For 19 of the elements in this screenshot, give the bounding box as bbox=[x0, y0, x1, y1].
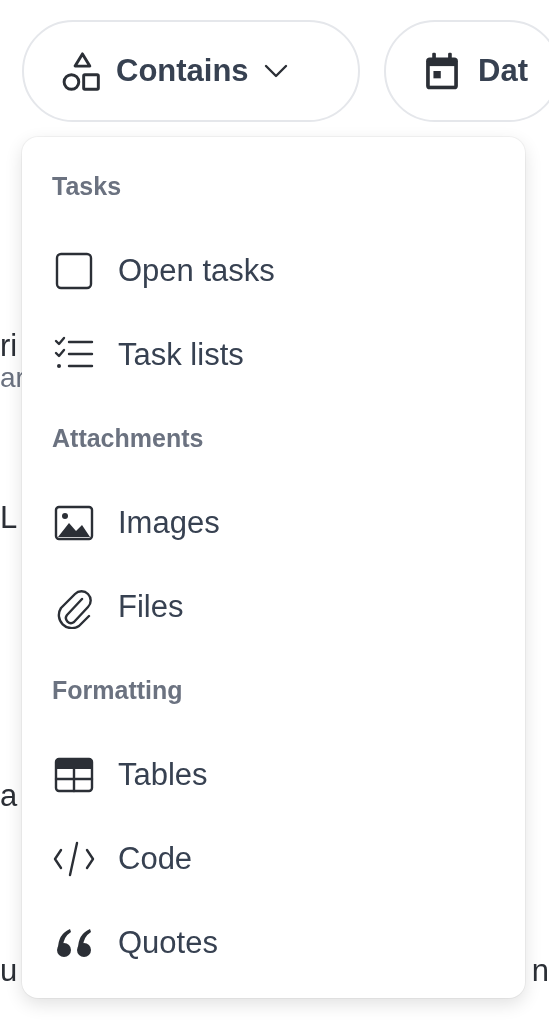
text-fragment: u bbox=[0, 954, 18, 986]
menu-item[interactable]: Open tasks bbox=[52, 229, 275, 313]
menu-item[interactable]: Tables bbox=[52, 733, 208, 817]
text-fragment: a bbox=[0, 779, 18, 811]
chevron-down-icon bbox=[262, 63, 289, 79]
text-fragment: ri bbox=[0, 329, 18, 361]
text-fragment: L bbox=[0, 501, 18, 533]
menu-item[interactable]: Images bbox=[52, 481, 220, 565]
menu-item[interactable]: Quotes bbox=[52, 901, 218, 985]
date-filter-button[interactable]: Dat bbox=[384, 20, 549, 122]
section-heading: Tasks bbox=[52, 171, 123, 203]
menu-item[interactable]: Code bbox=[52, 817, 193, 901]
contains-filter-button[interactable]: Contains bbox=[22, 20, 360, 122]
menu-item[interactable]: Task lists bbox=[52, 313, 244, 397]
section-heading: Formatting bbox=[52, 675, 184, 707]
section-heading: Attachments bbox=[52, 423, 205, 455]
menu-item[interactable]: Files bbox=[52, 565, 184, 649]
text-fragment: ar bbox=[0, 364, 25, 392]
text-fragment: n bbox=[531, 954, 549, 986]
